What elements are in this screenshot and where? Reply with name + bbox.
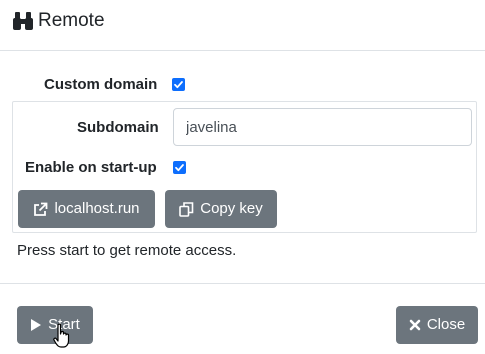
copy-key-button[interactable]: Copy key — [165, 190, 277, 228]
subdomain-input[interactable] — [173, 108, 472, 146]
custom-domain-checkbox[interactable] — [172, 78, 185, 91]
dialog-header: Remote — [0, 0, 485, 51]
enable-startup-checkbox[interactable] — [173, 161, 186, 174]
checkmark-icon — [175, 164, 184, 172]
copy-key-label: Copy key — [200, 200, 263, 217]
checkmark-icon — [174, 81, 183, 89]
copy-icon — [179, 201, 194, 217]
localhost-run-button[interactable]: localhost.run — [18, 190, 155, 228]
custom-domain-label: Custom domain — [44, 76, 158, 93]
play-icon — [31, 319, 42, 331]
dialog-title: Remote — [38, 10, 105, 31]
close-button[interactable]: Close — [396, 306, 478, 344]
status-text: Press start to get remote access. — [17, 242, 237, 259]
binoculars-icon — [13, 12, 33, 30]
localhost-run-label: localhost.run — [54, 200, 140, 217]
external-link-icon — [34, 202, 48, 216]
footer-divider — [0, 283, 485, 284]
close-label: Close — [426, 316, 466, 333]
hand-cursor-icon — [53, 323, 70, 348]
enable-startup-label: Enable on start-up — [25, 159, 157, 176]
subdomain-label: Subdomain — [77, 119, 159, 136]
close-icon — [409, 319, 421, 331]
